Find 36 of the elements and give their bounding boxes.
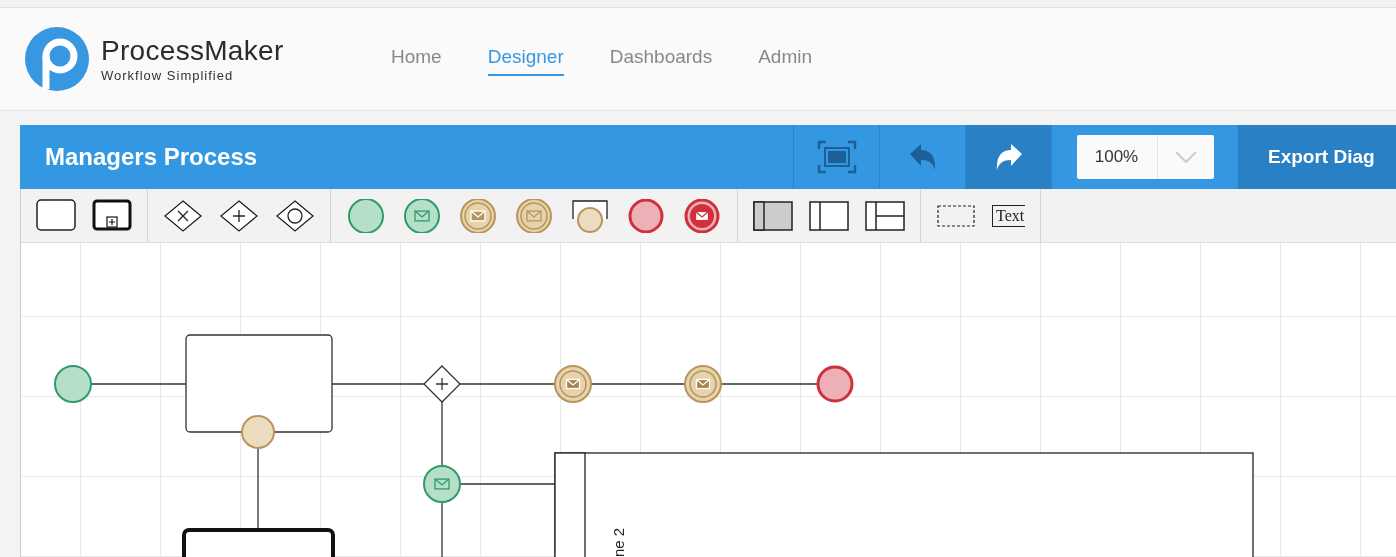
- parallel-gateway-icon[interactable]: [219, 198, 259, 233]
- lane-label: ne 2: [610, 527, 627, 557]
- redo-button[interactable]: [965, 125, 1051, 189]
- zoom-dropdown[interactable]: 100%: [1076, 135, 1214, 179]
- message-event: [684, 365, 722, 403]
- fit-screen-icon: [816, 140, 857, 174]
- nav-link[interactable]: Dashboards: [609, 42, 713, 76]
- message-end-event-icon[interactable]: [682, 198, 722, 233]
- pool-icon[interactable]: [753, 198, 793, 233]
- start-event-icon[interactable]: [346, 198, 386, 233]
- start-event: [54, 365, 92, 403]
- text-annotation-tool[interactable]: Text: [992, 204, 1026, 227]
- nav-link[interactable]: Home: [391, 42, 442, 76]
- lane-icon[interactable]: [809, 198, 849, 233]
- undo-icon: [907, 142, 938, 172]
- end-event: [816, 365, 854, 403]
- parallel-gateway: [423, 365, 461, 403]
- message-start-event: [423, 465, 461, 503]
- split-lanes-icon[interactable]: [865, 198, 905, 233]
- boundary-event-icon[interactable]: [570, 198, 610, 233]
- export-diagram-button[interactable]: Export Diag: [1238, 125, 1396, 189]
- message-event: [554, 365, 592, 403]
- process-title: Managers Process: [44, 142, 259, 172]
- inclusive-gateway-icon[interactable]: [275, 198, 315, 233]
- nav-link[interactable]: Admin: [758, 42, 813, 76]
- nav-link[interactable]: Designer: [487, 42, 564, 76]
- logo-icon: [25, 27, 89, 91]
- brand-tagline: Workflow Simplified: [101, 68, 235, 83]
- exclusive-gateway-icon[interactable]: [163, 198, 203, 233]
- end-event-icon[interactable]: [626, 198, 666, 233]
- task-icon[interactable]: [36, 198, 76, 233]
- subprocess-icon[interactable]: [92, 198, 132, 233]
- boundary-event: [241, 415, 275, 449]
- caret-icon: [1174, 151, 1197, 163]
- message-start-event-icon[interactable]: [402, 198, 442, 233]
- brand-name: ProcessMaker: [101, 35, 284, 67]
